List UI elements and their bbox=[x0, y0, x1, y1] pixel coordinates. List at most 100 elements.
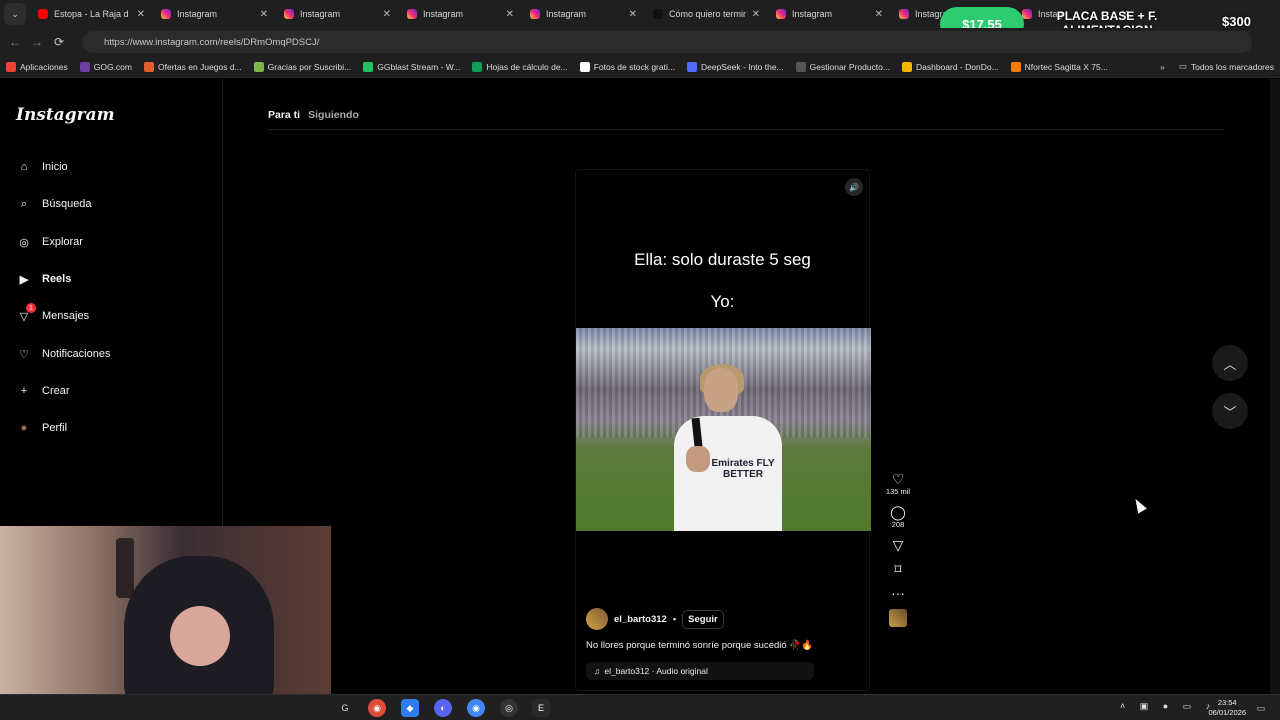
bookmark-item[interactable]: Aplicaciones bbox=[0, 61, 74, 72]
browser-tab[interactable]: Instagram ✕ bbox=[399, 0, 522, 28]
previous-reel-button[interactable]: ︿ bbox=[1212, 345, 1248, 381]
bookmark-icon bbox=[1010, 61, 1021, 72]
close-tab-icon[interactable]: ✕ bbox=[629, 9, 637, 20]
messages-badge: 1 bbox=[26, 303, 36, 313]
reload-icon[interactable]: ⟳ bbox=[48, 35, 70, 49]
bookmark-item[interactable]: GOG.com bbox=[74, 61, 138, 72]
bookmark-item[interactable]: Hojas de cálculo de... bbox=[466, 61, 573, 72]
bookmark-label: Nfortec Sagitta X 75... bbox=[1024, 61, 1108, 72]
bookmark-item[interactable]: DeepSeek - Into the... bbox=[681, 61, 790, 72]
volume-icon[interactable]: 🔊 bbox=[845, 178, 863, 196]
sidebar-item-reels[interactable]: ▶ Reels bbox=[16, 271, 72, 287]
comment-icon: ◯ bbox=[890, 504, 906, 520]
comment-button[interactable]: ◯ 208 bbox=[884, 504, 912, 529]
instagram-icon bbox=[776, 9, 786, 19]
discord-icon[interactable]: ◐ bbox=[434, 699, 452, 717]
back-icon[interactable]: ← bbox=[4, 35, 26, 49]
close-tab-icon[interactable]: ✕ bbox=[506, 9, 514, 20]
bookmark-label: Ofertas en Juegos d... bbox=[158, 61, 242, 72]
forward-icon[interactable]: → bbox=[26, 35, 48, 49]
browser-tab[interactable]: Cómo quiero termin ✕ bbox=[645, 0, 768, 28]
more-options-button[interactable]: ··· bbox=[884, 585, 912, 601]
bookmark-label: GGblast Stream - W... bbox=[377, 61, 461, 72]
audio-thumbnail[interactable] bbox=[889, 609, 907, 627]
close-tab-icon[interactable]: ✕ bbox=[752, 9, 760, 20]
sidebar-item-heart[interactable]: ♡ Notificaciones bbox=[16, 346, 110, 362]
tab-title: Instagram bbox=[792, 9, 833, 19]
sidebar-item-home[interactable]: ⌂ Inicio bbox=[16, 159, 68, 175]
heart-icon: ♡ bbox=[891, 471, 905, 487]
save-button[interactable]: ⌑ bbox=[884, 561, 912, 577]
guitar bbox=[116, 538, 134, 598]
player-figure: Emirates FLY BETTER bbox=[674, 364, 782, 531]
folder-icon: ▭ bbox=[1178, 61, 1187, 71]
bookmark-label: Gestionar Producto... bbox=[809, 61, 890, 72]
bookmark-item[interactable]: Gracias por Suscribi... bbox=[248, 61, 358, 72]
address-bar[interactable]: https://www.instagram.com/reels/DRmOmqPD… bbox=[82, 31, 1252, 53]
system-tray-icons[interactable]: ˄ ▣ ● ▭ ♪ bbox=[1120, 701, 1216, 712]
reel-actions: ♡ 135 mil ◯ 208 ▽ ⌑ ··· bbox=[884, 471, 912, 627]
sidebar-item-label: Inicio bbox=[42, 161, 68, 173]
tab-following[interactable]: Siguiendo bbox=[308, 109, 359, 121]
sidebar-item-search[interactable]: ⌕ Búsqueda bbox=[16, 196, 92, 212]
browser-tab[interactable]: Instagram ✕ bbox=[276, 0, 399, 28]
bookmark-item[interactable]: Gestionar Producto... bbox=[790, 61, 896, 72]
app-blue-icon[interactable]: ◆ bbox=[401, 699, 419, 717]
sidebar-item-label: Reels bbox=[42, 273, 72, 285]
app-g-icon[interactable]: G bbox=[336, 699, 354, 717]
reel-video[interactable]: Emirates FLY BETTER bbox=[576, 328, 871, 531]
bookmark-item[interactable]: Fotos de stock grati... bbox=[574, 61, 681, 72]
author-username[interactable]: el_barto312 bbox=[614, 614, 667, 625]
more-bookmarks-icon[interactable]: » bbox=[1152, 62, 1173, 72]
bookmark-label: Gracias por Suscribi... bbox=[267, 61, 352, 72]
bookmark-label: Fotos de stock grati... bbox=[593, 61, 675, 72]
sidebar-item-label: Crear bbox=[42, 385, 70, 397]
home-icon: ⌂ bbox=[20, 161, 28, 173]
chrome-profile-icon[interactable]: ◉ bbox=[467, 699, 485, 717]
all-bookmarks-folder[interactable]: ▭ Todos los marcadores bbox=[1173, 61, 1280, 72]
sidebar-item-label: Búsqueda bbox=[42, 198, 92, 210]
tab-title: Cómo quiero termin bbox=[669, 9, 746, 19]
bookmark-item[interactable]: Dashboard - DonDo... bbox=[896, 61, 1005, 72]
close-tab-icon[interactable]: ✕ bbox=[875, 9, 883, 20]
browser-tab[interactable]: Instagram ✕ bbox=[153, 0, 276, 28]
browser-tab[interactable]: Instagram ✕ bbox=[522, 0, 645, 28]
epic-games-icon[interactable]: E bbox=[532, 699, 550, 717]
chevron-up-icon: ︿ bbox=[1223, 356, 1237, 372]
notifications-icon[interactable]: ▭ bbox=[1252, 699, 1270, 717]
reel-author-row: el_barto312 • Seguir bbox=[586, 608, 724, 630]
bookmark-item[interactable]: Ofertas en Juegos d... bbox=[138, 61, 248, 72]
tab-for-you[interactable]: Para ti bbox=[268, 109, 300, 121]
author-avatar[interactable] bbox=[586, 608, 608, 630]
page-scrollbar[interactable] bbox=[1270, 79, 1280, 720]
bookmark-icon bbox=[686, 61, 697, 72]
youtube-icon bbox=[38, 9, 48, 19]
sidebar-item-compass[interactable]: ◎ Explorar bbox=[16, 234, 83, 250]
reel-player[interactable]: 🔊 Ella: solo duraste 5 seg Yo: Emirates … bbox=[575, 169, 871, 691]
sidebar-item-plus[interactable]: + Crear bbox=[16, 383, 70, 399]
sidebar-item-avatar[interactable]: ● Perfil bbox=[16, 420, 67, 436]
obs-icon[interactable]: ◎ bbox=[500, 699, 518, 717]
bookmark-icon bbox=[253, 61, 264, 72]
comments-count: 208 bbox=[891, 520, 905, 529]
like-button[interactable]: ♡ 135 mil bbox=[884, 471, 912, 496]
clock[interactable]: 23:54 06/01/2026 bbox=[1208, 698, 1246, 718]
browser-tab[interactable]: Instagram ✕ bbox=[768, 0, 891, 28]
instagram-logo[interactable]: Instagram bbox=[16, 105, 115, 125]
next-reel-button[interactable]: ﹀ bbox=[1212, 393, 1248, 429]
chrome-icon[interactable]: ◉ bbox=[368, 699, 386, 717]
follow-button[interactable]: Seguir bbox=[682, 609, 724, 629]
close-tab-icon[interactable]: ✕ bbox=[137, 9, 145, 20]
tab-search-button[interactable]: ⌄ bbox=[4, 3, 26, 25]
bookmark-list: Aplicaciones GOG.com Ofertas en Juegos d..… bbox=[0, 61, 1152, 72]
bookmark-item[interactable]: GGblast Stream - W... bbox=[357, 61, 466, 72]
browser-tab[interactable]: Estopa - La Raja d ✕ bbox=[30, 0, 153, 28]
reel-caption-line2: Yo: bbox=[710, 292, 735, 311]
audio-link[interactable]: ♫ el_barto312 · Audio original bbox=[586, 662, 814, 680]
close-tab-icon[interactable]: ✕ bbox=[260, 9, 268, 20]
bookmark-item[interactable]: Nfortec Sagitta X 75... bbox=[1005, 61, 1114, 72]
instagram-icon bbox=[407, 9, 417, 19]
sidebar-item-messages[interactable]: ▽ 1 Mensajes bbox=[16, 303, 89, 324]
close-tab-icon[interactable]: ✕ bbox=[383, 9, 391, 20]
share-button[interactable]: ▽ bbox=[884, 537, 912, 553]
